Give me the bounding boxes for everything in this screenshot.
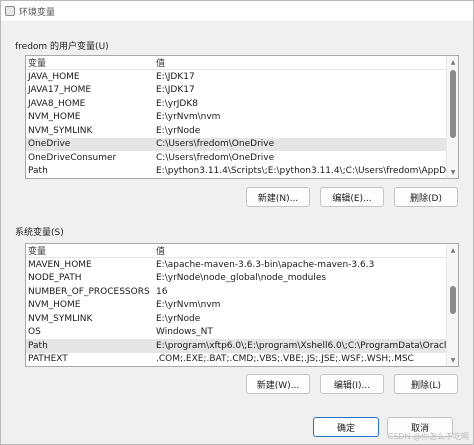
- system-delete-button[interactable]: 删除(L): [394, 374, 458, 394]
- var-name: Path: [28, 166, 48, 177]
- header-value: 值: [156, 247, 166, 257]
- user-vars-header: 变量 值: [26, 56, 458, 70]
- var-name: OneDrive: [28, 139, 71, 150]
- table-row[interactable]: NUMBER_OF_PROCESSORS 16: [26, 285, 458, 299]
- var-value: E:\yrNode\node_global\node_modules: [156, 273, 327, 284]
- var-value: Windows_NT: [156, 327, 213, 338]
- table-row[interactable]: NVM_HOME E:\yrNvm\nvm: [26, 299, 458, 313]
- var-name: NVM_SYMLINK: [28, 313, 93, 324]
- var-name: OneDriveConsumer: [28, 152, 117, 163]
- title-bar: 环境变量: [1, 1, 473, 21]
- scroll-up-icon[interactable]: ▲: [447, 56, 458, 68]
- user-edit-button[interactable]: 编辑(E)...: [320, 187, 384, 207]
- var-value: E:\JDK17: [156, 71, 195, 82]
- var-value: E:\JDK17: [156, 85, 195, 96]
- var-name: NUMBER_OF_PROCESSORS: [28, 286, 150, 297]
- header-name: 变量: [28, 59, 47, 69]
- var-name: Path: [28, 340, 48, 351]
- var-value: E:\yrNode: [156, 313, 201, 324]
- var-name: NODE_PATH: [28, 273, 82, 284]
- table-row[interactable]: JAVA8_HOME E:\yrJDK8: [26, 97, 458, 111]
- var-name: JAVA8_HOME: [28, 98, 86, 109]
- table-row[interactable]: MAVEN_HOME E:\apache-maven-3.6.3-bin\apa…: [26, 258, 458, 272]
- table-row[interactable]: NVM_SYMLINK E:\yrNode: [26, 312, 458, 326]
- var-value: C:\Users\fredom\OneDrive: [156, 152, 275, 163]
- watermark: CSDN @你怎么不吃啊: [387, 432, 469, 441]
- var-name: NVM_HOME: [28, 112, 81, 123]
- var-name: OS: [28, 327, 41, 338]
- table-row[interactable]: NODE_PATH E:\yrNode\node_global\node_mod…: [26, 272, 458, 286]
- var-name: NVM_SYMLINK: [28, 125, 93, 136]
- table-row-selected[interactable]: Path E:\program\xftp6.0\;E:\program\Xshe…: [26, 339, 458, 353]
- var-value: E:\program\xftp6.0\;E:\program\Xshell6.0…: [156, 340, 452, 351]
- user-delete-button[interactable]: 删除(D): [394, 187, 458, 207]
- user-vars-label: fredom 的用户变量(U): [15, 42, 109, 52]
- var-name: PATHEXT: [28, 354, 68, 365]
- table-row[interactable]: OS Windows_NT: [26, 326, 458, 340]
- user-vars-scrollbar[interactable]: ▲ ▼: [446, 56, 458, 178]
- table-row[interactable]: PATHEXT .COM;.EXE;.BAT;.CMD;.VBS;.VBE;.J…: [26, 353, 458, 367]
- scroll-down-icon[interactable]: ▼: [447, 354, 458, 366]
- table-row[interactable]: NVM_SYMLINK E:\yrNode: [26, 124, 458, 138]
- system-edit-button[interactable]: 编辑(I)...: [320, 374, 384, 394]
- var-value: E:\yrNode: [156, 125, 201, 136]
- table-row-selected[interactable]: OneDrive C:\Users\fredom\OneDrive: [26, 137, 458, 151]
- scroll-thumb[interactable]: [450, 286, 456, 314]
- table-row[interactable]: Path E:\python3.11.4\Scripts\;E:\python3…: [26, 165, 458, 179]
- user-new-button[interactable]: 新建(N)...: [246, 187, 310, 207]
- table-row[interactable]: JAVA_HOME E:\JDK17: [26, 70, 458, 84]
- var-value: 16: [156, 286, 168, 297]
- var-value: .COM;.EXE;.BAT;.CMD;.VBS;.VBE;.JS;.JSE;.…: [156, 354, 414, 365]
- system-vars-header: 变量 值: [26, 244, 458, 258]
- var-value: E:\yrJDK8: [156, 98, 198, 109]
- system-vars-label: 系统变量(S): [15, 228, 64, 238]
- window-title: 环境变量: [19, 7, 56, 18]
- environment-variables-dialog: 环境变量 fredom 的用户变量(U) 变量 值 JAVA_HOME E:\J…: [0, 0, 474, 445]
- var-value: E:\yrNvm\nvm: [156, 112, 221, 123]
- user-vars-list[interactable]: 变量 值 JAVA_HOME E:\JDK17 JAVA17_HOME E:\J…: [25, 55, 459, 179]
- system-new-button[interactable]: 新建(W)...: [246, 374, 310, 394]
- var-name: JAVA_HOME: [28, 71, 80, 82]
- scroll-thumb[interactable]: [450, 70, 456, 138]
- var-value: E:\apache-maven-3.6.3-bin\apache-maven-3…: [156, 259, 375, 270]
- var-value: E:\yrNvm\nvm: [156, 300, 221, 311]
- var-name: MAVEN_HOME: [28, 259, 92, 270]
- window-icon: [5, 6, 15, 16]
- var-value: C:\Users\fredom\OneDrive: [156, 139, 275, 150]
- scroll-down-icon[interactable]: ▼: [447, 166, 458, 178]
- system-vars-list[interactable]: 变量 值 MAVEN_HOME E:\apache-maven-3.6.3-bi…: [25, 243, 459, 367]
- header-name: 变量: [28, 247, 47, 257]
- var-name: JAVA17_HOME: [28, 85, 92, 96]
- header-value: 值: [156, 59, 166, 69]
- var-value: E:\python3.11.4\Scripts\;E:\python3.11.4…: [156, 166, 458, 177]
- system-vars-scrollbar[interactable]: ▲ ▼: [446, 244, 458, 366]
- var-name: NVM_HOME: [28, 300, 81, 311]
- scroll-up-icon[interactable]: ▲: [447, 244, 458, 256]
- table-row[interactable]: JAVA17_HOME E:\JDK17: [26, 84, 458, 98]
- ok-button[interactable]: 确定: [313, 417, 379, 437]
- table-row[interactable]: OneDriveConsumer C:\Users\fredom\OneDriv…: [26, 151, 458, 165]
- table-row[interactable]: NVM_HOME E:\yrNvm\nvm: [26, 111, 458, 125]
